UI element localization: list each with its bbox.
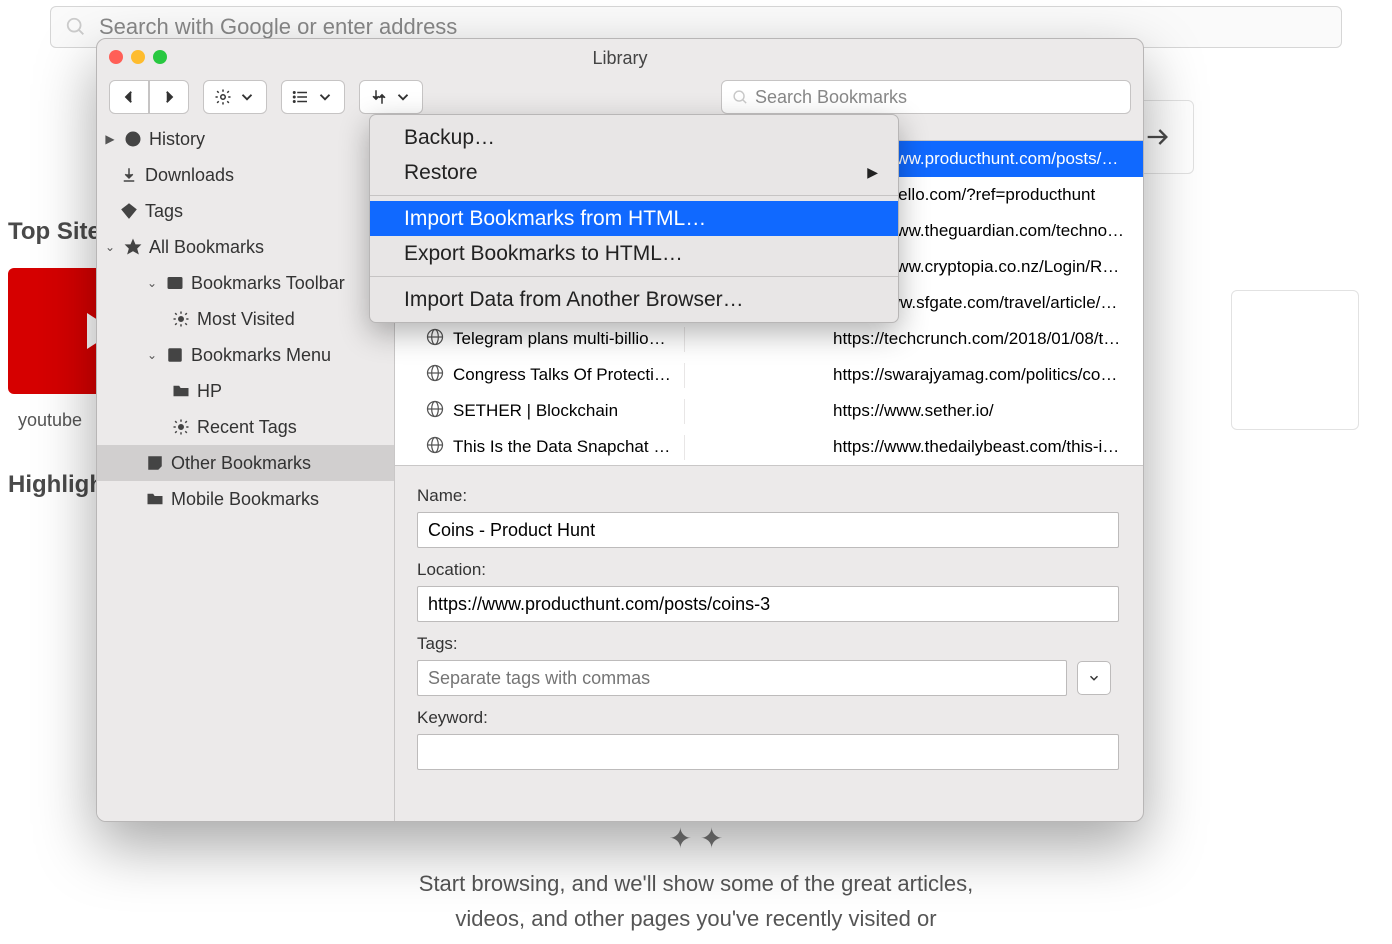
detail-name-input[interactable]	[417, 512, 1119, 548]
download-icon	[119, 165, 139, 185]
list-icon	[292, 88, 310, 106]
folder-icon	[145, 489, 165, 509]
bookmark-title: SETHER | Blockchain	[453, 401, 618, 421]
clock-icon	[123, 129, 143, 149]
globe-icon	[425, 363, 445, 388]
bookmark-row[interactable]: SETHER | Blockchain https://www.sether.io…	[395, 393, 1143, 429]
bookmark-row[interactable]: This Is the Data Snapchat … https://www.t…	[395, 429, 1143, 465]
tags-dropdown-button[interactable]	[1077, 661, 1111, 695]
detail-location-label: Location:	[417, 560, 1121, 580]
bookmark-name-cell: Congress Talks Of Protecti…	[395, 363, 685, 388]
library-window: Library Search Bookmarks	[96, 38, 1144, 822]
folder-icon	[171, 381, 191, 401]
sidebar-item-downloads[interactable]: Downloads	[97, 157, 394, 193]
chevron-down-icon	[238, 88, 256, 106]
detail-location-input[interactable]	[417, 586, 1119, 622]
submenu-arrow-icon: ▶	[867, 164, 878, 181]
traffic-lights	[109, 50, 167, 64]
disclosure-icon[interactable]: ⌄	[145, 276, 159, 290]
import-export-menu-button[interactable]	[359, 80, 423, 114]
sidebar-item-other-bookmarks[interactable]: Other Bookmarks	[97, 445, 394, 481]
search-icon	[732, 89, 749, 106]
detail-name-label: Name:	[417, 486, 1121, 506]
bookmark-url-cell: https://www.sether.io/	[827, 401, 1143, 421]
bookmark-row[interactable]: Telegram plans multi-billio… https://tech…	[395, 321, 1143, 357]
detail-keyword-input[interactable]	[417, 734, 1119, 770]
sidebar-item-bookmarks-toolbar[interactable]: ⌄ Bookmarks Toolbar	[97, 265, 394, 301]
gear-icon	[214, 88, 232, 106]
bookmark-url-cell: https://techcrunch.com/2018/01/08/t…	[827, 329, 1143, 349]
chevron-down-icon	[1087, 671, 1101, 685]
highlight-card[interactable]	[1231, 290, 1359, 430]
sidebar-item-history[interactable]: ▶ History	[97, 121, 394, 157]
sidebar-item-recent-tags[interactable]: Recent Tags	[97, 409, 394, 445]
sidebar-item-most-visited[interactable]: Most Visited	[97, 301, 394, 337]
detail-tags-label: Tags:	[417, 634, 1121, 654]
bookmark-name-cell: Telegram plans multi-billio…	[395, 327, 685, 352]
sidebar-item-hp[interactable]: HP	[97, 373, 394, 409]
detail-keyword-label: Keyword:	[417, 708, 1121, 728]
globe-icon	[425, 435, 445, 460]
sidebar-item-all-bookmarks[interactable]: ⌄ All Bookmarks	[97, 229, 394, 265]
highlights-blurb: ✦ ✦ Start browsing, and we'll show some …	[0, 817, 1392, 936]
globe-icon	[425, 399, 445, 424]
menu-export-html[interactable]: Export Bookmarks to HTML…	[370, 236, 898, 271]
menu-import-browser[interactable]: Import Data from Another Browser…	[370, 282, 898, 317]
chevron-right-icon	[160, 88, 178, 106]
nav-back-button[interactable]	[109, 80, 149, 114]
import-export-icon	[370, 88, 388, 106]
disclosure-icon[interactable]: ⌄	[145, 348, 159, 362]
search-bookmarks-input[interactable]: Search Bookmarks	[721, 80, 1131, 114]
menu-restore[interactable]: Restore ▶	[370, 155, 898, 190]
chevron-down-icon	[394, 88, 412, 106]
search-icon	[65, 16, 87, 38]
disclosure-icon[interactable]: ▶	[103, 132, 117, 146]
bookmark-detail-pane: Name: Location: Tags: Keyword:	[395, 466, 1143, 821]
globe-icon	[425, 327, 445, 352]
bookmark-title: Telegram plans multi-billio…	[453, 329, 666, 349]
views-menu-button[interactable]	[281, 80, 345, 114]
tag-icon	[119, 201, 139, 221]
organize-menu-button[interactable]	[203, 80, 267, 114]
sidebar-item-tags[interactable]: Tags	[97, 193, 394, 229]
search-bookmarks-placeholder: Search Bookmarks	[755, 87, 907, 108]
disclosure-icon[interactable]: ⌄	[103, 240, 117, 254]
window-maximize-button[interactable]	[153, 50, 167, 64]
window-title: Library	[592, 48, 647, 69]
sidebar-item-mobile-bookmarks[interactable]: Mobile Bookmarks	[97, 481, 394, 517]
bookmark-url-cell: https://swarajyamag.com/politics/co…	[827, 365, 1143, 385]
bookmark-url-cell: https://www.thedailybeast.com/this-i…	[827, 437, 1143, 457]
window-close-button[interactable]	[109, 50, 123, 64]
menu-separator	[370, 195, 898, 196]
arrow-right-icon	[1143, 123, 1171, 151]
bookmark-title: Congress Talks Of Protecti…	[453, 365, 671, 385]
detail-tags-input[interactable]	[417, 660, 1067, 696]
gear-icon	[171, 417, 191, 437]
library-sidebar: ▶ History Downloads Tags ⌄ All Bookmarks…	[97, 117, 395, 821]
menu-separator	[370, 276, 898, 277]
tray-icon	[145, 453, 165, 473]
library-toolbar: Search Bookmarks	[97, 77, 1143, 117]
window-minimize-button[interactable]	[131, 50, 145, 64]
bookmark-name-cell: This Is the Data Snapchat …	[395, 435, 685, 460]
titlebar: Library	[97, 39, 1143, 77]
nav-forward-button[interactable]	[149, 80, 189, 114]
url-bar-placeholder: Search with Google or enter address	[99, 14, 457, 40]
bookmark-title: This Is the Data Snapchat …	[453, 437, 670, 457]
sparkle-icon: ✦ ✦	[0, 817, 1392, 862]
menu-import-html[interactable]: Import Bookmarks from HTML…	[370, 201, 898, 236]
star-icon	[123, 237, 143, 257]
import-export-dropdown: Backup… Restore ▶ Import Bookmarks from …	[369, 114, 899, 323]
sidebar-item-bookmarks-menu[interactable]: ⌄ Bookmarks Menu	[97, 337, 394, 373]
gear-icon	[171, 309, 191, 329]
bookmark-row[interactable]: Congress Talks Of Protecti… https://swara…	[395, 357, 1143, 393]
menu-icon	[165, 345, 185, 365]
toolbar-icon	[165, 273, 185, 293]
chevron-left-icon	[120, 88, 138, 106]
bookmark-name-cell: SETHER | Blockchain	[395, 399, 685, 424]
chevron-down-icon	[316, 88, 334, 106]
menu-backup[interactable]: Backup…	[370, 120, 898, 155]
